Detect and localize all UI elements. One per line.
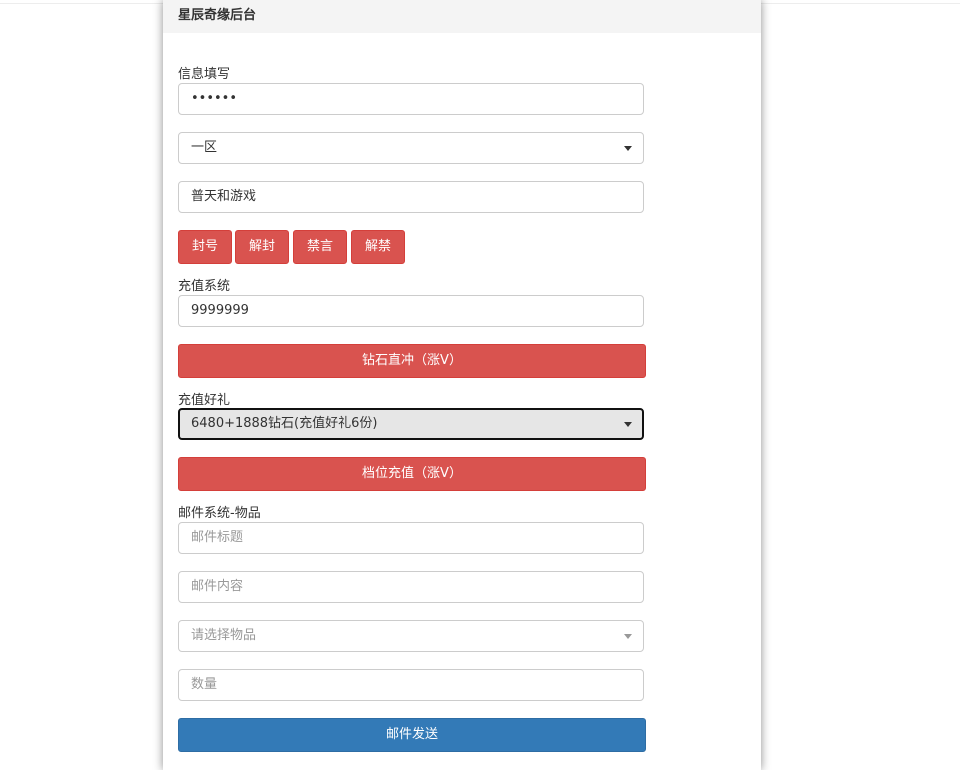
region-select[interactable]: 一区 [178, 132, 644, 164]
recharge-amount-input[interactable]: 9999999 [178, 295, 644, 327]
mail-content-input[interactable]: 邮件内容 [178, 571, 644, 603]
unmute-button[interactable]: 解禁 [351, 230, 405, 264]
diamond-recharge-button[interactable]: 钻石直冲（涨V） [178, 344, 646, 378]
chevron-down-icon [624, 146, 632, 151]
chevron-down-icon [624, 422, 632, 427]
ban-button[interactable]: 封号 [178, 230, 232, 264]
panel-header: 星辰奇缘后台 [163, 0, 761, 33]
account-password-input[interactable]: •••••• [178, 83, 644, 115]
item-select-placeholder: 请选择物品 [191, 628, 257, 643]
gift-package-select-value: 6480+1888钻石(充值好礼6份) [191, 416, 378, 431]
unban-button[interactable]: 解封 [235, 230, 289, 264]
page-title: 星辰奇缘后台 [178, 8, 257, 23]
tier-recharge-button[interactable]: 档位充值（涨V） [178, 457, 646, 491]
mail-section-label: 邮件系统-物品 [178, 506, 261, 521]
recharge-section-label: 充值系统 [178, 279, 231, 294]
chevron-down-icon [624, 634, 632, 639]
gift-section-label: 充值好礼 [178, 393, 231, 408]
mail-title-input[interactable]: 邮件标题 [178, 522, 644, 554]
send-mail-button[interactable]: 邮件发送 [178, 718, 646, 752]
item-select[interactable]: 请选择物品 [178, 620, 644, 652]
info-section-label: 信息填写 [178, 67, 231, 82]
gift-package-select[interactable]: 6480+1888钻石(充值好礼6份) [178, 408, 644, 440]
admin-panel: 星辰奇缘后台 信息填写 •••••• 一区 普天和游戏 封号 解封 禁言 解禁 … [163, 0, 761, 770]
quantity-input[interactable]: 数量 [178, 669, 644, 701]
region-select-value: 一区 [191, 140, 218, 155]
mute-button[interactable]: 禁言 [293, 230, 347, 264]
player-name-input[interactable]: 普天和游戏 [178, 181, 644, 213]
